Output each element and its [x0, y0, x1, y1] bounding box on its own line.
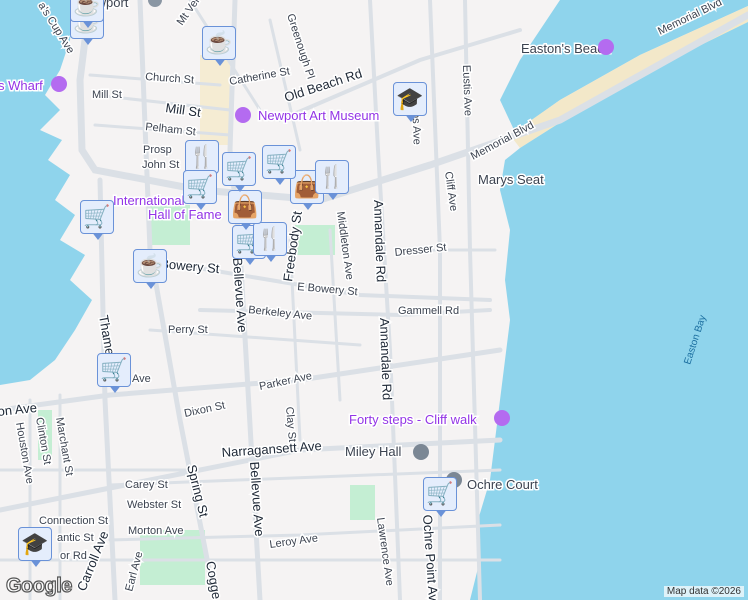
- shopping-cart-icon: 🛒: [80, 200, 114, 234]
- marker-school[interactable]: 🎓: [18, 527, 54, 571]
- poi-label: s Wharf: [0, 78, 43, 93]
- street-label: Annandale Rd: [377, 318, 395, 401]
- street-label: Connection St: [39, 515, 108, 527]
- map-canvas[interactable]: Mill St Mill St Church St Catherine St O…: [0, 0, 748, 600]
- marker-school[interactable]: 🎓: [393, 82, 429, 126]
- street-label: Mill St: [92, 89, 122, 101]
- camera-icon: [494, 410, 510, 426]
- street-label: Dixon St: [183, 400, 226, 420]
- shopping-cart-icon: 🛒: [183, 170, 217, 204]
- street-label: Bellevue Ave: [247, 461, 267, 537]
- park: [350, 485, 375, 520]
- street-label: Webster St: [127, 499, 181, 511]
- harbor-water: [0, 0, 92, 385]
- poi-forty-steps[interactable]: Forty steps - Cliff walk: [348, 410, 510, 429]
- poi-label[interactable]: International: [112, 192, 187, 210]
- marker-store[interactable]: 👜: [228, 190, 264, 234]
- shopping-cart-icon: 🛒: [262, 145, 296, 179]
- marker-shopping[interactable]: 🛒: [423, 477, 459, 521]
- street-label: Eustis Ave: [460, 65, 474, 117]
- street-label: Cogge: [203, 560, 224, 600]
- camera-icon: [598, 39, 614, 55]
- coffee-icon: ☕: [133, 249, 167, 283]
- poi-label: Miley Hall: [345, 444, 401, 459]
- street-label: antic St: [57, 532, 94, 544]
- street-label: or Rd: [60, 550, 87, 562]
- street-label: Cliff Ave: [442, 171, 459, 212]
- street-label: Middleton Ave: [334, 211, 355, 281]
- marker-coffee[interactable]: ☕: [70, 0, 106, 32]
- restaurant-icon: 🍴: [185, 140, 219, 174]
- marker-coffee[interactable]: ☕: [133, 249, 169, 293]
- google-logo: Google: [5, 574, 73, 597]
- shopping-cart-icon: 🛒: [222, 152, 256, 186]
- street-label: Houston Ave: [13, 421, 36, 484]
- marker-shopping[interactable]: 🛒: [262, 145, 298, 189]
- coffee-icon: ☕: [70, 0, 104, 22]
- street-label: Clay St: [283, 406, 298, 442]
- coffee-icon: ☕: [202, 26, 236, 60]
- street-label: Parker Ave: [258, 370, 313, 393]
- marker-restaurant[interactable]: 🍴: [315, 160, 351, 204]
- poi-eastons-beach[interactable]: Easton's Beach: [520, 39, 614, 58]
- street-label: Perry St: [168, 324, 208, 336]
- marker-shopping[interactable]: 🛒: [80, 200, 116, 244]
- street-label: Gammell Rd: [398, 305, 459, 317]
- map-attribution[interactable]: Map data ©2026: [663, 586, 744, 597]
- street-label: Lawrence Ave: [374, 517, 395, 587]
- school-icon: 🎓: [18, 527, 52, 561]
- street-label: Annandale Rd: [371, 200, 389, 283]
- street-label: on Ave: [0, 400, 38, 419]
- street-label: E Bowery St: [297, 281, 358, 298]
- restaurant-icon: 🍴: [315, 160, 349, 194]
- poi-label: Ochre Court: [467, 477, 538, 492]
- street-label: Ave: [132, 373, 151, 385]
- street-label: Morton Ave: [128, 525, 183, 537]
- camera-icon: [51, 76, 67, 92]
- marker-shopping[interactable]: 🛒: [97, 353, 133, 397]
- street-label: Pelham St: [145, 121, 197, 138]
- marker-coffee[interactable]: ☕: [202, 26, 238, 70]
- marker-shopping[interactable]: 🛒: [222, 152, 258, 196]
- street-label: Prosp: [143, 144, 172, 156]
- poi-label: Newport Art Museum: [258, 108, 379, 123]
- poi-art-museum[interactable]: Newport Art Museum: [235, 107, 381, 125]
- poi-label[interactable]: Marys Seat: [477, 171, 546, 189]
- street-label: John St: [142, 159, 179, 171]
- poi-miley-hall[interactable]: Miley Hall: [344, 443, 429, 461]
- museum-icon: [235, 107, 251, 123]
- poi-label: Forty steps - Cliff walk: [349, 412, 477, 427]
- street-label: Mill St: [165, 100, 203, 120]
- street-label: Old Beach Rd: [282, 66, 364, 105]
- school-icon: 🎓: [393, 82, 427, 116]
- marker-shopping[interactable]: 🛒: [183, 170, 219, 214]
- school-pin-icon: [413, 444, 429, 460]
- street-label: Berkeley Ave: [248, 304, 313, 323]
- street-label: Carey St: [125, 479, 168, 491]
- street-label: Spring St: [184, 463, 212, 519]
- shopping-cart-icon: 🛒: [97, 353, 131, 387]
- poi-wharf[interactable]: s Wharf: [0, 76, 67, 95]
- poi-label: Easton's Beach: [521, 41, 611, 56]
- street-label: Church St: [145, 71, 195, 86]
- city-hall-icon: [148, 0, 162, 7]
- street-label: Marchant St: [53, 416, 75, 476]
- shopping-cart-icon: 🛒: [423, 477, 457, 511]
